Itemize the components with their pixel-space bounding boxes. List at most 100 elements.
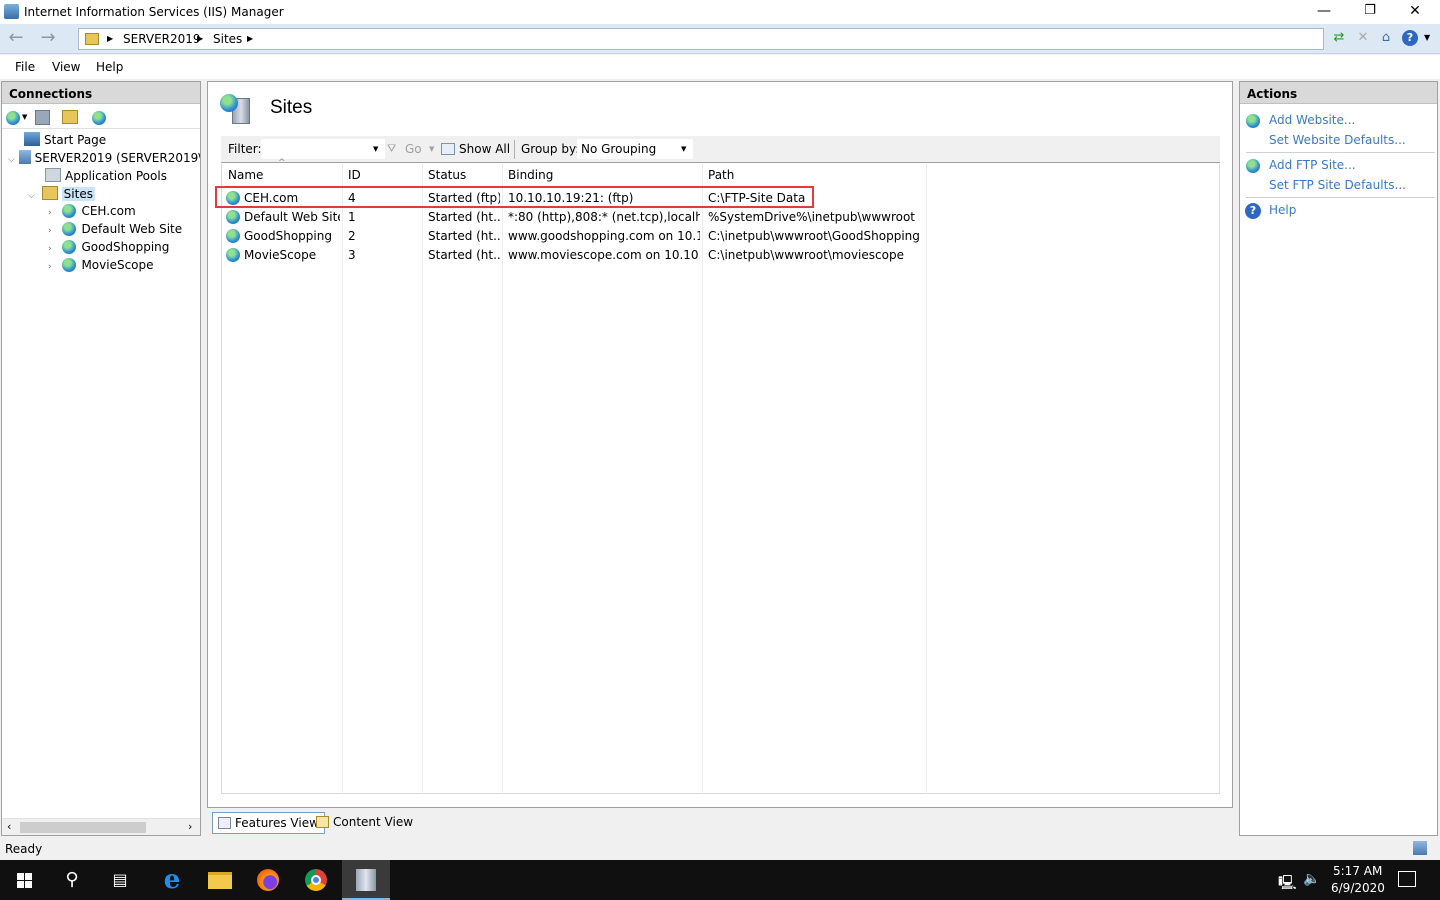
windows-start-icon[interactable] [0, 860, 48, 900]
tab-content-view[interactable]: Content View [311, 812, 418, 834]
connections-panel: Connections ▼ Start Page ⌵ SERVER2019 (S… [1, 81, 201, 836]
go-dropdown-icon[interactable]: ▼ [429, 145, 434, 153]
site-id: 1 [348, 210, 356, 224]
filter-dropdown-icon[interactable]: ▼ [373, 145, 378, 153]
start-page-icon [24, 132, 40, 146]
scroll-left-icon[interactable]: ‹ [7, 820, 11, 833]
actions-panel: Actions Add Website... Set Website Defau… [1239, 81, 1438, 836]
column-header-path[interactable]: Path [708, 168, 734, 182]
tab-features-view[interactable]: Features View [212, 812, 325, 834]
refresh-icon[interactable]: ⇄ [1329, 29, 1349, 47]
table-row[interactable]: Default Web Site 1 Started (ht... *:80 (… [222, 207, 1221, 226]
up-folder-icon[interactable] [62, 110, 78, 124]
group-by-dropdown-icon[interactable]: ▼ [681, 145, 686, 153]
menu-view[interactable]: View [52, 60, 80, 74]
volume-muted-icon[interactable]: 🔈 [1303, 871, 1320, 887]
connections-header: Connections [2, 82, 200, 104]
table-row[interactable]: GoodShopping 2 Started (ht... www.goodsh… [222, 226, 1221, 245]
internet-explorer-icon[interactable]: e [148, 860, 196, 900]
status-bar: Ready [0, 838, 1440, 860]
highlight-box [215, 186, 814, 208]
help-dropdown-icon[interactable]: ▼ [1424, 33, 1430, 42]
tree-item-server[interactable]: ⌵ SERVER2019 (SERVER2019\Administrator) [8, 150, 200, 168]
back-arrow-icon[interactable]: ← [3, 28, 29, 50]
add-website-link[interactable]: Add Website... [1269, 113, 1355, 127]
connect-dropdown-icon[interactable]: ▼ [22, 113, 27, 121]
site-name: MovieScope [244, 248, 317, 262]
scroll-thumb[interactable] [20, 822, 146, 833]
column-header-binding[interactable]: Binding [508, 168, 553, 182]
set-website-defaults-link[interactable]: Set Website Defaults... [1269, 133, 1406, 147]
expand-icon[interactable]: › [48, 226, 52, 236]
group-by-label: Group by: [521, 142, 580, 156]
restore-button[interactable]: ❐ [1347, 0, 1393, 24]
site-binding: www.goodshopping.com on 10.1... [508, 229, 700, 243]
globe-icon [62, 204, 77, 218]
folder-icon [85, 33, 99, 45]
tree-item-goodshopping[interactable]: › GoodShopping [48, 240, 169, 258]
home-icon[interactable]: ⌂ [1376, 29, 1396, 47]
close-button[interactable]: ✕ [1392, 0, 1438, 24]
connect-icon[interactable] [6, 111, 20, 125]
help-icon[interactable]: ? [1402, 30, 1418, 46]
site-name: Default Web Site [244, 210, 340, 224]
site-path: C:\inetpub\wwwroot\moviescope [708, 248, 904, 262]
task-view-icon[interactable]: ▤ [96, 860, 144, 900]
set-ftp-site-defaults-link[interactable]: Set FTP Site Defaults... [1269, 178, 1406, 192]
network-icon[interactable]: 🖳 [1278, 872, 1297, 896]
column-header-name[interactable]: Name [228, 168, 263, 182]
stop-icon[interactable]: ✕ [1353, 29, 1373, 47]
tree-item-default-web-site[interactable]: › Default Web Site [48, 222, 182, 240]
save-icon[interactable] [35, 110, 50, 125]
expand-icon[interactable]: › [48, 244, 52, 254]
help-link[interactable]: Help [1269, 203, 1296, 217]
group-by-select[interactable]: No Grouping ▼ [577, 139, 693, 159]
clock-time[interactable]: 5:17 AM [1333, 864, 1382, 878]
clock-date[interactable]: 6/9/2020 [1331, 881, 1385, 895]
go-button[interactable]: Go [405, 142, 422, 156]
tree-item-start-page[interactable]: Start Page [24, 132, 106, 150]
site-name: GoodShopping [244, 229, 332, 243]
scroll-right-icon[interactable]: › [188, 820, 192, 833]
tree-item-moviescope[interactable]: › MovieScope [48, 258, 154, 276]
add-ftp-site-link[interactable]: Add FTP Site... [1269, 158, 1356, 172]
tree-item-application-pools[interactable]: Application Pools [45, 168, 167, 186]
expand-icon[interactable]: › [48, 262, 52, 272]
collapse-icon[interactable]: ⌵ [8, 155, 15, 165]
application-pools-icon [45, 168, 61, 182]
chrome-icon[interactable] [292, 860, 340, 900]
menu-file[interactable]: File [15, 60, 35, 74]
minimize-button[interactable]: — [1301, 0, 1347, 24]
notification-icon[interactable] [1398, 871, 1416, 887]
tree-item-ceh-com[interactable]: › CEH.com [48, 204, 136, 222]
forward-arrow-icon[interactable]: → [35, 28, 61, 50]
sites-header-icon [220, 94, 252, 124]
add-ftp-site-icon [1246, 159, 1260, 173]
column-header-status[interactable]: Status [428, 168, 466, 182]
tree-item-sites[interactable]: ⌵ Sites [28, 186, 95, 204]
title-bar: Internet Information Services (IIS) Mana… [0, 0, 1440, 24]
filter-input[interactable] [261, 139, 385, 159]
collapse-icon[interactable]: ⌵ [28, 191, 35, 201]
iis-manager-taskbar-icon[interactable] [342, 860, 390, 900]
file-explorer-icon[interactable] [196, 860, 244, 900]
breadcrumb-sites[interactable]: Sites [213, 32, 242, 46]
page-title: Sites [270, 97, 313, 118]
search-icon[interactable]: ⚲ [48, 860, 96, 900]
breadcrumb[interactable]: ▶ SERVER2019 ▶ Sites ▶ [78, 28, 1324, 50]
table-row[interactable]: MovieScope 3 Started (ht... www.moviesco… [222, 245, 1221, 264]
breadcrumb-arrow-icon[interactable]: ▶ [247, 34, 253, 43]
site-id: 2 [348, 229, 356, 243]
sites-grid: ^ Name ID Status Binding Path CEH.com 4 … [215, 158, 1221, 794]
menu-help[interactable]: Help [96, 60, 123, 74]
show-all-button[interactable]: Show All [459, 142, 510, 156]
column-header-id[interactable]: ID [348, 168, 361, 182]
network-status-icon [1413, 841, 1427, 855]
breadcrumb-server[interactable]: SERVER2019 [123, 32, 201, 46]
expand-icon[interactable]: › [48, 208, 52, 218]
disconnect-icon[interactable] [92, 111, 106, 125]
site-binding: www.moviescope.com on 10.10.1... [508, 248, 700, 262]
add-website-icon [1246, 114, 1260, 128]
firefox-icon[interactable] [244, 860, 292, 900]
horizontal-scrollbar[interactable]: ‹ › [2, 818, 200, 835]
